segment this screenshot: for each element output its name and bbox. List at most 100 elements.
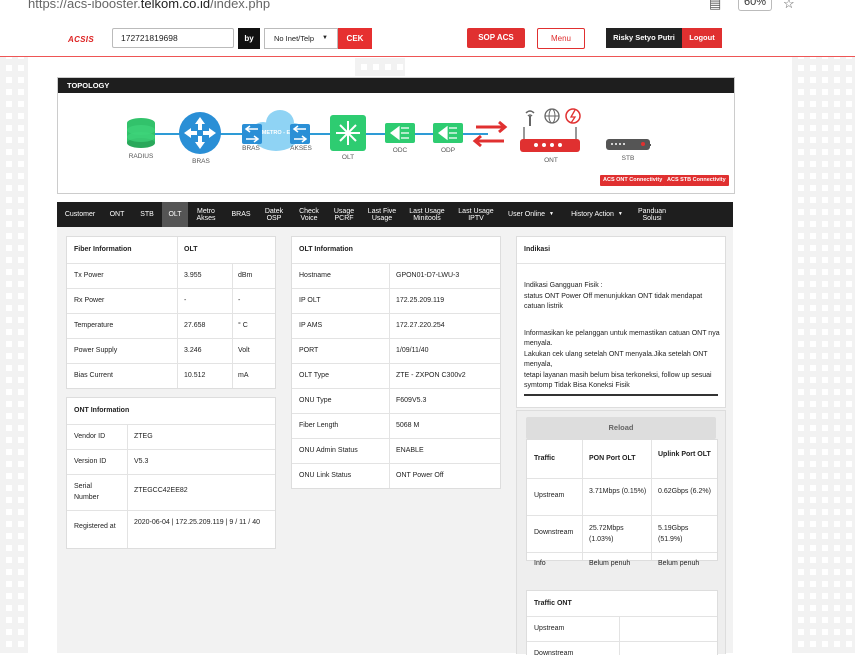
tab-metro-akses[interactable]: Metro Akses [191,202,221,227]
uplink-value: Belum penuh [658,560,700,567]
row-value: 27.658 [184,322,206,329]
row-unit: mA [238,372,249,379]
app-header: ACSIS 172721819698 by No Inet/Telp ▼ CEK … [0,24,855,57]
row-label: OLT Type [299,372,329,379]
topology-label: BRAS [242,145,260,152]
row-unit: Volt [238,347,250,354]
stb-device-icon [606,139,650,150]
row-unit: - [238,297,241,304]
reload-button[interactable]: Reload [526,417,716,439]
odc-icon [385,123,415,143]
globe-icon [544,108,560,124]
tab-history-action[interactable]: History Action ▼ [565,202,629,227]
tab-ont[interactable]: ONT [105,202,129,227]
menu-button[interactable]: Menu [537,28,585,49]
acs-ont-connectivity-badge[interactable]: ACS ONT Connectivity [600,175,666,186]
topology-label: AKSES [290,145,312,152]
star-icon[interactable]: ☆ [783,0,795,12]
table-header: Fiber Information OLT [67,237,275,264]
app-logo: ACSIS [68,35,94,44]
ont-information-panel: ONT Information Vendor ID ZTEG Version I… [66,397,276,549]
traffic-table: Traffic PON Port OLT Uplink Port OLT Ups… [526,439,718,567]
divider [524,394,718,396]
row-label: ONU Admin Status [299,447,358,454]
row-label: Tx Power [74,272,104,279]
topology-label: STB [621,155,635,162]
table-header: ONT Information [67,398,275,425]
tab-datek-osp[interactable]: Datek OSP [261,202,287,227]
page-icon[interactable]: ▤ [709,0,721,12]
tab-olt[interactable]: OLT [162,202,188,227]
topology-label: ODC [392,147,408,154]
row-label: Registered at [74,523,116,530]
tab-usage-pcrf[interactable]: Usage PCRF [329,202,359,227]
row-label: ONU Type [299,397,332,404]
table-row: Bias Current 10.512 mA [67,363,275,387]
address-bar[interactable]: https://acs-ibooster.telkom.co.id/index.… [28,0,270,11]
column-divider [127,424,128,548]
column-divider [232,263,233,388]
fiber-column-olt: OLT [184,246,198,253]
wifi-icon [525,110,535,126]
acs-stb-connectivity-badge[interactable]: ACS STB Connectivity [664,175,729,186]
zoom-indicator[interactable]: 60% [738,0,772,11]
topology-panel: TOPOLOGY RADIUS BRAS BRAS METRO - E AKSE… [57,77,735,194]
tab-last-usage-iptv[interactable]: Last Usage IPTV [455,202,497,227]
row-unit: ° C [238,322,248,329]
tab-last-five-usage[interactable]: Last Five Usage [364,202,400,227]
radius-icon [127,118,155,148]
topology-label: RADIUS [128,153,154,160]
caret-down-icon: ▼ [322,35,328,41]
row-value: 2020-06-04 | 172.25.209.119 | 9 / 11 / 4… [134,519,260,526]
pon-value: Belum penuh [589,560,631,567]
uplink-value: 0.62Gbps (6.2%) [658,488,711,495]
table-row: Downstream 25.72Mbps (1.03%) 5.19Gbps (5… [527,515,717,553]
search-type-select[interactable]: No Inet/Telp ▼ [264,28,338,49]
search-input[interactable]: 172721819698 [112,28,234,48]
row-value: 10.512 [184,372,206,379]
row-value: F609V5.3 [396,397,427,404]
row-label: Downstream [534,529,574,536]
table-row: Tx Power 3.955 dBm [67,263,275,289]
row-label: Fiber Length [299,422,339,429]
caret-down-icon: ▼ [549,211,554,217]
tab-customer[interactable]: Customer [60,202,100,227]
table-row: Hostname GPON01-D7-LWU-3 [292,263,500,289]
row-value: 5068 M [396,422,420,429]
indikasi-line: Informasikan ke pelanggan untuk memastik… [524,329,720,348]
tab-check-voice[interactable]: Check Voice [294,202,324,227]
tab-user-online[interactable]: User Online ▼ [505,202,557,227]
select-value: No Inet/Telp [274,34,315,43]
background-pattern [0,40,28,653]
pon-port-header: PON Port OLT [589,455,636,462]
sop-acs-button[interactable]: SOP ACS [467,28,525,48]
row-label: IP OLT [299,297,321,304]
user-name: Risky Setyo Putri [606,28,682,48]
row-label: Hostname [299,272,331,279]
table-header: Traffic PON Port OLT Uplink Port OLT [527,440,717,479]
row-label: IP AMS [299,322,323,329]
row-label: Serial Number [74,483,99,501]
row-label: Info [534,560,546,567]
row-value: 172.25.209.119 [396,297,445,304]
ont-device-icon [520,127,580,152]
table-row: ONU Admin Status ENABLE [292,438,500,464]
indikasi-title: Indikasi [524,246,551,253]
row-value: V5.3 [134,458,149,465]
cek-button[interactable]: CEK [338,28,372,49]
tab-panduan-solusi[interactable]: Panduan Solusi [635,202,669,227]
indikasi-line: tetapi layanan masih belum bisa terkonek… [524,371,712,390]
row-label: Temperature [74,322,114,329]
background-pattern [792,40,855,653]
table-row: ONU Type F609V5.3 [292,388,500,414]
table-header: OLT Information [292,237,500,264]
logout-button[interactable]: Logout [682,28,722,48]
tab-bras[interactable]: BRAS [227,202,255,227]
row-label: Bias Current [74,372,113,379]
tab-stb[interactable]: STB [135,202,159,227]
row-label: Upstream [534,625,565,632]
tab-label: History Action [571,211,614,218]
tab-last-usage-minitools[interactable]: Last Usage Minitools [406,202,448,227]
row-value: 172.27.220.254 [396,322,445,329]
table-row: Info Belum penuh Belum penuh [527,552,717,577]
